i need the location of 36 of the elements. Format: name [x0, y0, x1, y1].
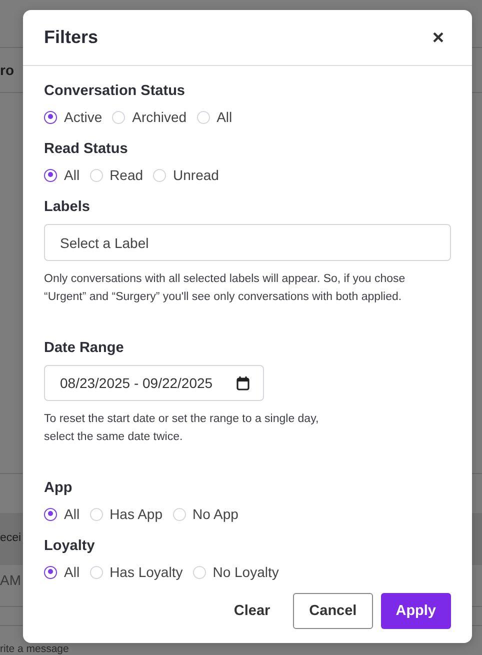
radio-label[interactable]: Active — [64, 109, 102, 125]
dialog-title: Filters — [44, 27, 98, 48]
radio-label[interactable]: No Loyalty — [212, 564, 279, 580]
background-text: rite a message — [0, 643, 69, 655]
radio-button[interactable] — [44, 566, 57, 578]
section-label: Conversation Status — [44, 82, 185, 100]
background-text: ecei — [0, 532, 22, 544]
radio-label[interactable]: No App — [192, 506, 238, 522]
section-label: Loyalty — [44, 537, 95, 555]
radio-button[interactable] — [44, 168, 57, 182]
radio-label[interactable]: Has App — [110, 506, 162, 522]
close-button[interactable]: × — [428, 28, 448, 48]
cancel-button[interactable]: Cancel — [293, 593, 373, 629]
help-text: Only conversations with all selected labels will appear. So, if you chose “Urgent” and “Surgery” you'll see only conversations with both applied. — [44, 272, 406, 305]
radio-button[interactable] — [44, 110, 57, 124]
radio-button[interactable] — [44, 508, 57, 520]
radio-label[interactable]: All — [64, 506, 80, 522]
label-select[interactable]: Select a Label — [44, 224, 451, 261]
section-label: Date Range — [44, 339, 124, 357]
radio-label[interactable]: All — [216, 109, 232, 125]
radio-label[interactable]: Archived — [132, 109, 187, 125]
date-range-field[interactable]: 08/23/2025 - 09/22/2025 — [44, 365, 264, 401]
help-text: To reset the start date or set the range to a single day, select the same date twice. — [44, 412, 319, 445]
radio-label[interactable]: Has Loyalty — [110, 564, 183, 580]
radio-label[interactable]: All — [64, 564, 80, 580]
section-label: App — [44, 479, 72, 497]
radio-label[interactable]: Read — [110, 167, 144, 183]
calendar-icon — [236, 376, 250, 390]
clear-button[interactable]: Clear — [218, 593, 286, 629]
radio-label[interactable]: All — [64, 167, 80, 183]
background-text: AM — [0, 572, 21, 588]
apply-button[interactable]: Apply — [380, 593, 451, 629]
section-label: Labels — [44, 198, 90, 216]
background-text: ro — [0, 62, 14, 78]
section-label: Read Status — [44, 140, 128, 158]
radio-label[interactable]: Unread — [173, 167, 219, 183]
